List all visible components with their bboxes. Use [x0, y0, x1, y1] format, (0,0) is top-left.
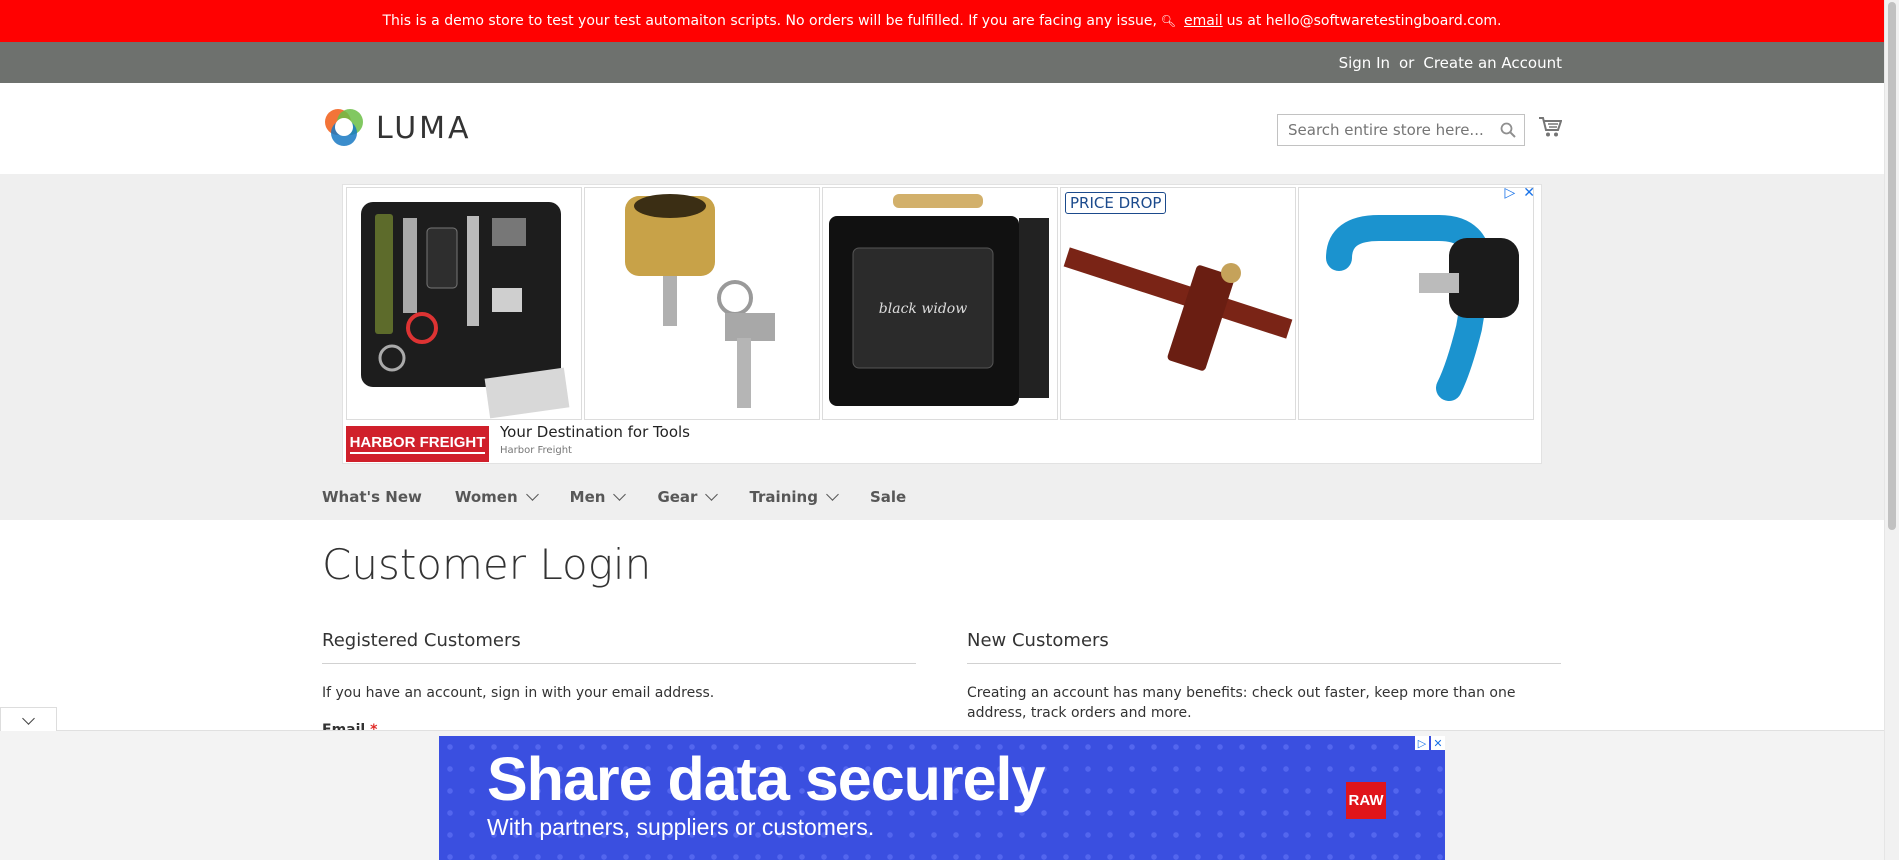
survival-kit-image	[361, 202, 570, 419]
chevron-down-icon	[22, 712, 35, 725]
chevron-down-icon	[525, 488, 539, 501]
nav-training[interactable]: Training	[749, 488, 839, 506]
nav-label: Women	[454, 488, 518, 506]
toolbox-image: black widow	[829, 194, 1049, 406]
marking-gauge-image	[1063, 247, 1293, 371]
ad-close-icon[interactable]: ✕	[1431, 736, 1445, 750]
ad-close-icon[interactable]: ✕	[1523, 185, 1535, 201]
new-customers-title: New Customers	[967, 630, 1561, 664]
sticky-display-ad[interactable]: Share data securely With partners, suppl…	[439, 736, 1445, 860]
chevron-down-icon	[613, 488, 627, 501]
nav-label: Training	[749, 488, 818, 506]
create-account-link[interactable]: Create an Account	[1423, 54, 1562, 72]
demo-notice-text: This is a demo store to test your test a…	[382, 13, 1157, 29]
ad-area: black widow PRICE DROP ▷ ✕ HARBOR FREIGH…	[0, 174, 1884, 520]
ad-product-survival-kit[interactable]	[346, 187, 582, 420]
nav-label: Gear	[657, 488, 698, 506]
scrollbar-thumb[interactable]	[1888, 2, 1896, 530]
registered-customers-title: Registered Customers	[322, 630, 916, 664]
ad-product-spray-handle[interactable]	[1298, 187, 1534, 420]
spray-handle-image	[1326, 215, 1519, 401]
nav-women[interactable]: Women	[454, 488, 539, 506]
collapse-ad-tab[interactable]	[0, 707, 57, 731]
nav-men[interactable]: Men	[569, 488, 627, 506]
demo-notice-text-end: us at hello@softwaretestingboard.com.	[1226, 13, 1502, 29]
search-input[interactable]	[1278, 115, 1508, 145]
search-icon[interactable]	[1500, 122, 1516, 138]
ad-choices-icon[interactable]: ▷	[1504, 185, 1515, 201]
ad-product-toolbox[interactable]: black widow	[822, 187, 1058, 420]
chevron-down-icon	[705, 488, 719, 501]
svg-text:black widow: black widow	[879, 301, 967, 317]
ad-product-lock[interactable]	[584, 187, 820, 420]
nav-sale[interactable]: Sale	[870, 488, 906, 506]
price-drop-badge: PRICE DROP	[1065, 192, 1167, 214]
site-header: LUMA	[0, 83, 1884, 174]
nav-gear[interactable]: Gear	[657, 488, 719, 506]
registered-customers-text: If you have an account, sign in with you…	[322, 685, 715, 701]
bottom-ad-subline: With partners, suppliers or customers.	[487, 814, 875, 840]
ad-controls: ▷ ✕	[1504, 185, 1535, 201]
sign-in-link[interactable]: Sign In	[1339, 54, 1390, 72]
main-navigation: What's New Women Men Gear Training Sale	[322, 488, 906, 506]
display-ad[interactable]: black widow PRICE DROP ▷ ✕ HARBOR FREIGH…	[342, 184, 1542, 464]
bottom-ad-controls: ▷ ✕	[1415, 736, 1445, 750]
luma-logo[interactable]: LUMA	[322, 106, 472, 150]
search-box	[1277, 114, 1525, 146]
ad-choices-icon[interactable]: ▷	[1415, 736, 1429, 750]
or-separator: or	[1399, 54, 1415, 72]
luma-logo-icon	[325, 109, 363, 146]
panel-header: Sign In or Create an Account	[0, 42, 1884, 83]
email-link[interactable]: email	[1184, 13, 1223, 29]
ad-headline[interactable]: Your Destination for Tools	[500, 423, 690, 441]
nav-label: What's New	[322, 488, 422, 506]
harbor-freight-logo[interactable]: HARBOR FREIGHT	[346, 426, 489, 462]
bottom-ad-headline: Share data securely	[487, 745, 1045, 813]
key-icon: 🔍︎	[1156, 14, 1177, 28]
page-title: Customer Login	[322, 540, 652, 589]
lock-image	[625, 194, 775, 408]
cart-icon[interactable]	[1538, 116, 1562, 138]
chevron-down-icon	[826, 488, 839, 501]
harbor-freight-logo-text: HARBOR FREIGHT	[349, 434, 486, 454]
nav-whats-new[interactable]: What's New	[322, 488, 422, 506]
demo-notice-bar: This is a demo store to test your test a…	[0, 0, 1884, 42]
nav-label: Sale	[869, 488, 907, 506]
vertical-scrollbar[interactable]	[1884, 0, 1899, 860]
nav-label: Men	[569, 488, 606, 506]
ad-advertiser: Harbor Freight	[500, 445, 572, 456]
new-customers-text: Creating an account has many benefits: c…	[967, 685, 1516, 721]
sticky-ad-bar: Share data securely With partners, suppl…	[0, 731, 1884, 860]
raw-logo: RAW	[1346, 782, 1386, 819]
ad-product-marking-gauge[interactable]: PRICE DROP	[1060, 187, 1296, 420]
logo-text: LUMA	[376, 110, 472, 146]
